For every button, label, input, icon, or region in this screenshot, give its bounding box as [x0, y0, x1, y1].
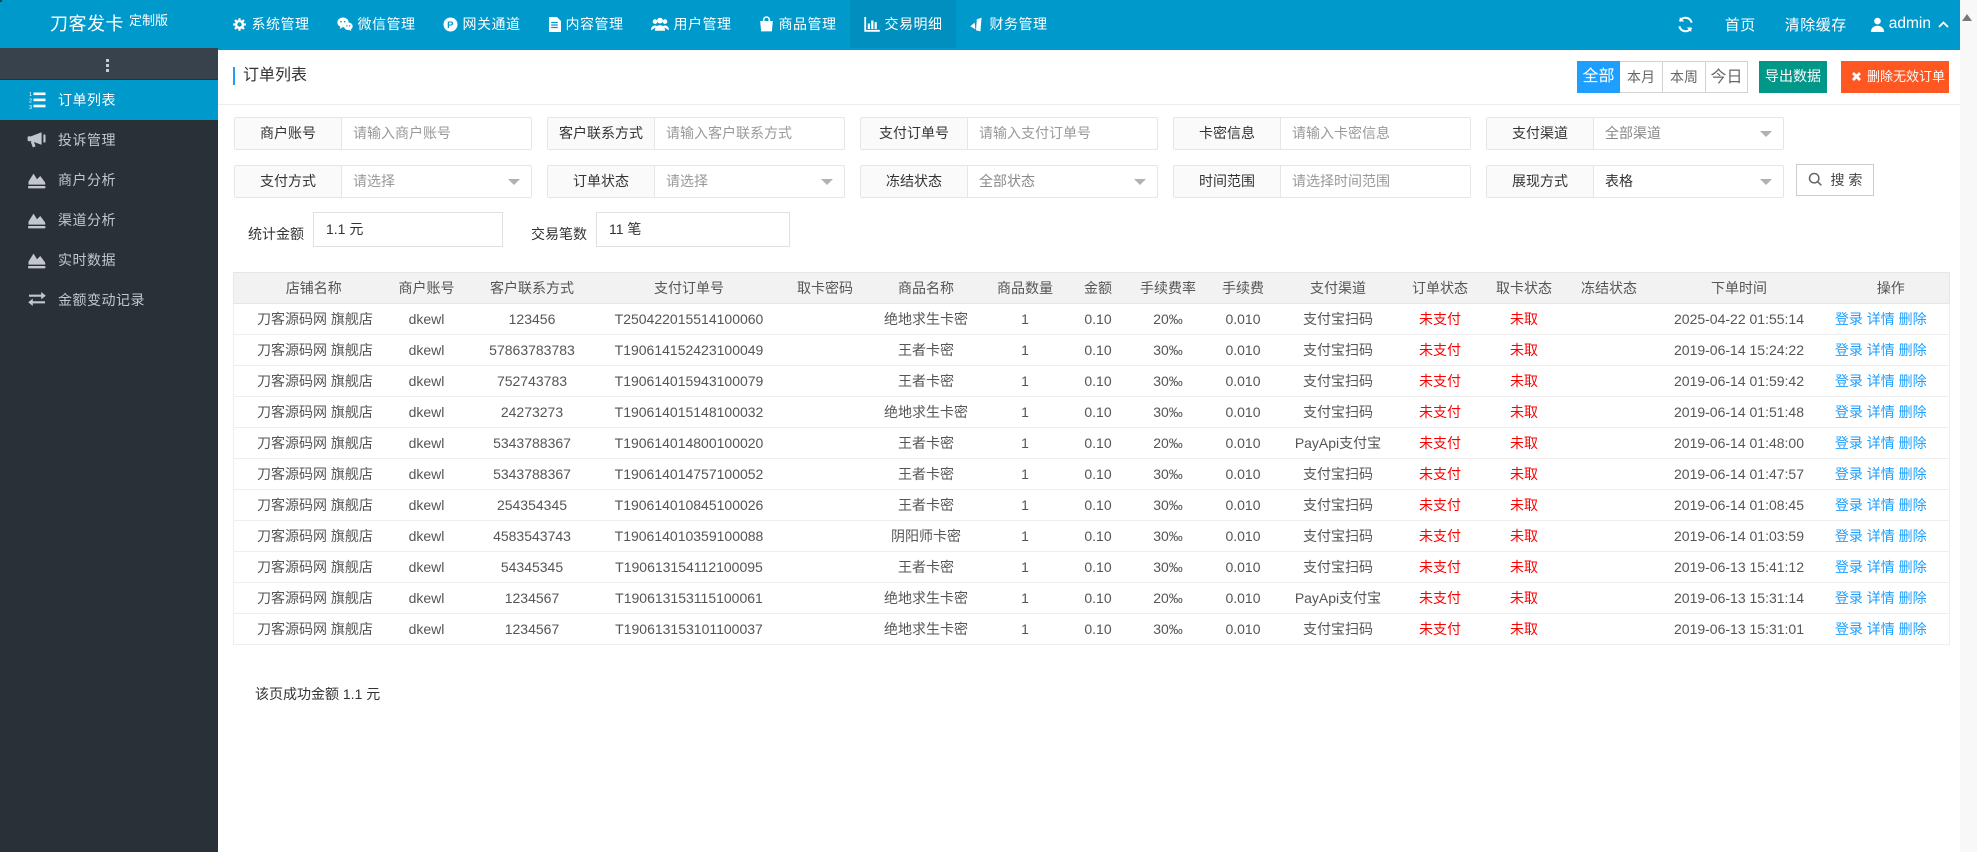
- svg-text:P: P: [447, 20, 454, 31]
- svg-text:1: 1: [29, 92, 32, 98]
- svg-text:2: 2: [29, 99, 32, 105]
- svg-text:3: 3: [29, 105, 32, 109]
